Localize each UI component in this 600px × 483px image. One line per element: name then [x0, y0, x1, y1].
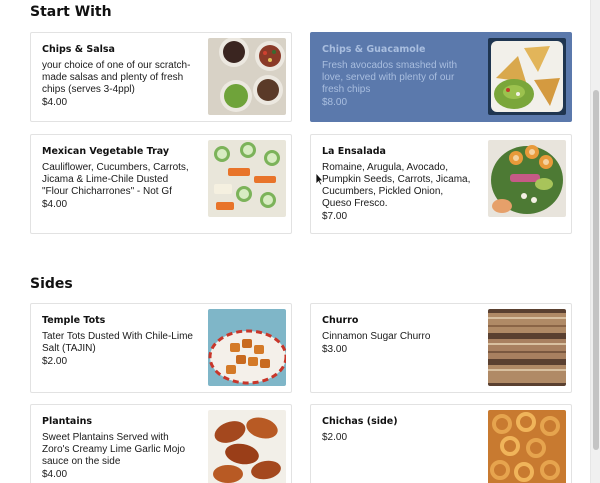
- scrollbar-thumb[interactable]: [593, 90, 599, 450]
- item-name: Chichas (side): [322, 416, 398, 427]
- menu-item-vegetable-tray[interactable]: Mexican Vegetable Tray Cauliflower, Cucu…: [30, 134, 292, 234]
- chichas-photo: [488, 410, 566, 483]
- plantains-photo: [208, 410, 286, 483]
- item-description: Cauliflower, Cucumbers, Carrots, Jicama …: [42, 162, 189, 197]
- item-name: Chips & Salsa: [42, 44, 115, 55]
- item-name: Churro: [322, 315, 359, 326]
- item-price: $7.00: [322, 211, 348, 222]
- item-price: $3.00: [322, 344, 348, 355]
- item-price: $4.00: [42, 469, 68, 480]
- menu-item-plantains[interactable]: Plantains Sweet Plantains Served with Zo…: [30, 404, 292, 483]
- item-name: Mexican Vegetable Tray: [42, 146, 170, 157]
- item-description: your choice of one of our scratch-made s…: [42, 60, 191, 95]
- mouse-pointer-icon: [315, 172, 323, 186]
- guacamole-chips-photo: [488, 38, 566, 115]
- menu-item-chips-guacamole[interactable]: Chips & Guacamole Fresh avocados smashed…: [310, 32, 572, 122]
- item-name: Chips & Guacamole: [322, 44, 426, 55]
- item-description: Cinnamon Sugar Churro: [322, 331, 431, 342]
- menu-item-churro[interactable]: Churro Cinnamon Sugar Churro $3.00: [310, 303, 572, 393]
- page-scrollbar[interactable]: [590, 0, 600, 483]
- item-description: Romaine, Arugula, Avocado, Pumpkin Seeds…: [322, 162, 471, 209]
- item-name: La Ensalada: [322, 146, 386, 157]
- item-price: $4.00: [42, 97, 68, 108]
- item-price: $8.00: [322, 97, 348, 108]
- menu-page: Start With Chips & Salsa your choice of …: [0, 0, 590, 483]
- churro-photo: [488, 309, 566, 386]
- menu-item-la-ensalada[interactable]: La Ensalada Romaine, Arugula, Avocado, P…: [310, 134, 572, 234]
- item-name: Plantains: [42, 416, 93, 427]
- section-title-sides: Sides: [30, 276, 73, 292]
- salad-photo: [488, 140, 566, 217]
- section-title-start-with: Start With: [30, 4, 112, 20]
- item-price: $2.00: [322, 432, 348, 443]
- salsa-bowls-photo: [208, 38, 286, 115]
- item-description: Fresh avocados smashed with love, served…: [322, 60, 458, 95]
- item-description: Sweet Plantains Served with Zoro's Cream…: [42, 432, 186, 467]
- menu-item-temple-tots[interactable]: Temple Tots Tater Tots Dusted With Chile…: [30, 303, 292, 393]
- vegetable-tray-photo: [208, 140, 286, 217]
- item-price: $2.00: [42, 356, 68, 367]
- menu-item-chips-salsa[interactable]: Chips & Salsa your choice of one of our …: [30, 32, 292, 122]
- item-description: Tater Tots Dusted With Chile-Lime Salt (…: [42, 331, 193, 354]
- item-price: $4.00: [42, 199, 68, 210]
- tater-tots-photo: [208, 309, 286, 386]
- item-name: Temple Tots: [42, 315, 106, 326]
- menu-item-chichas[interactable]: Chichas (side) $2.00: [310, 404, 572, 483]
